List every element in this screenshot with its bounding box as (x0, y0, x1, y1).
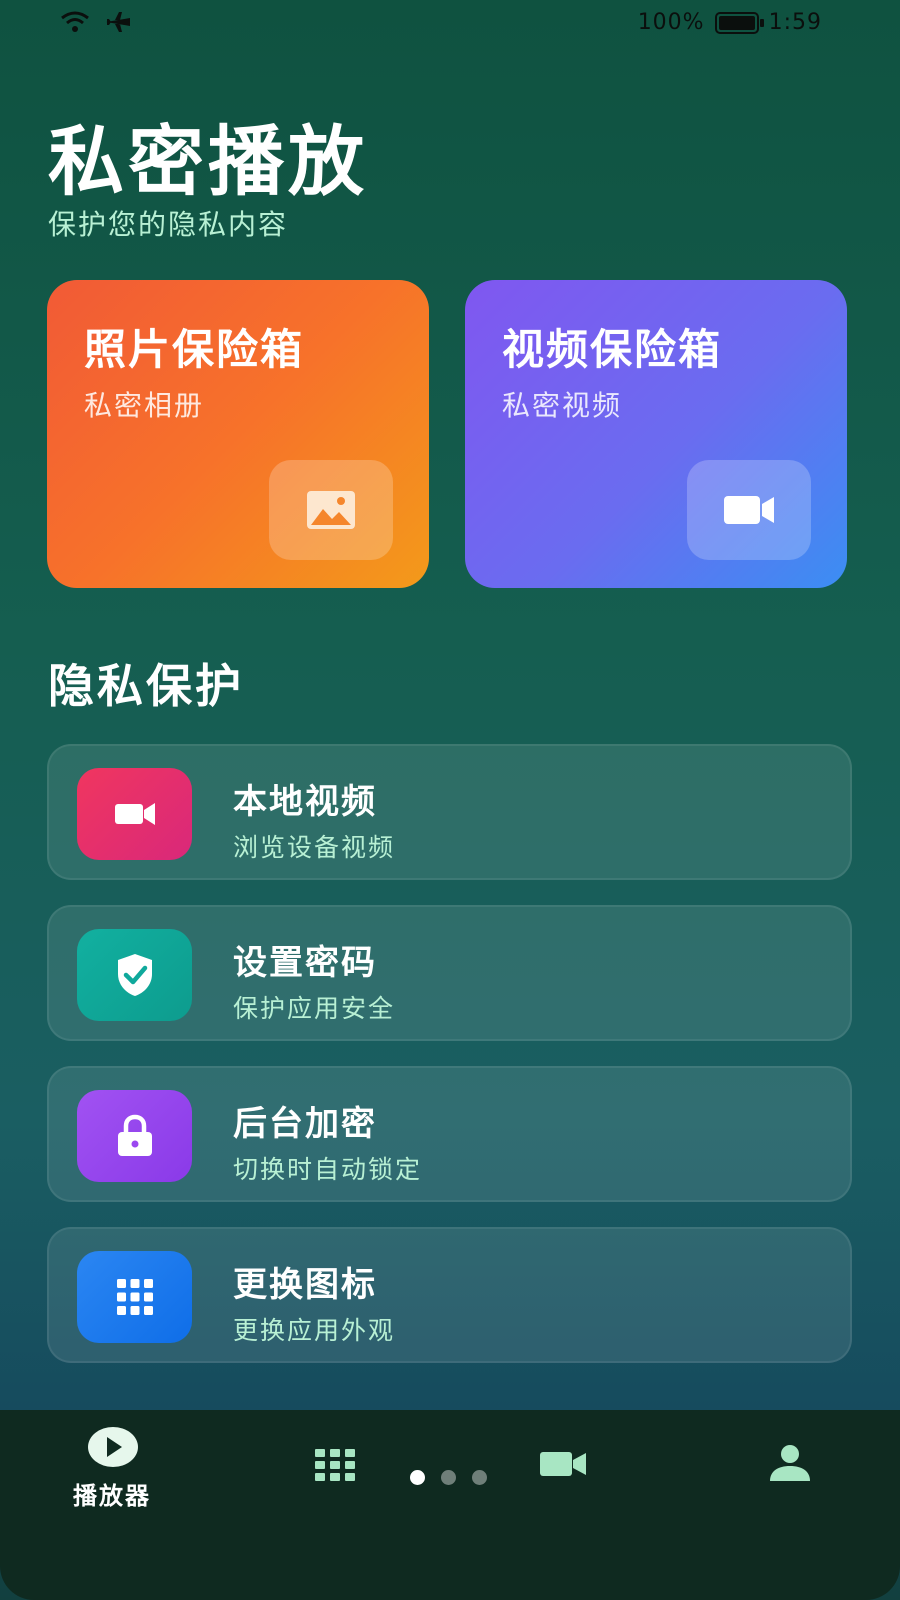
nav-tab-apps[interactable] (310, 1410, 360, 1560)
local-video-item[interactable]: 本地视频 浏览设备视频 (47, 744, 852, 880)
item-title: 设置密码 (233, 943, 377, 983)
battery-percent: 100% (637, 10, 705, 35)
airplane-icon (106, 12, 130, 32)
item-icon-box (77, 768, 192, 860)
video-camera-icon (114, 803, 155, 825)
lock-icon (117, 1114, 152, 1156)
photo-vault-card[interactable]: 照片保险箱 私密相册 (47, 280, 429, 588)
video-camera-icon (540, 1452, 586, 1476)
grid-icon (116, 1279, 153, 1315)
wifi-icon (61, 11, 89, 32)
nav-tab-profile[interactable] (760, 1410, 820, 1560)
item-icon-box (77, 929, 192, 1021)
section-title: 隐私保护 (48, 659, 244, 713)
status-left (60, 10, 132, 34)
item-icon-box (77, 1090, 192, 1182)
nav-tab-video[interactable] (535, 1410, 595, 1560)
page-dot (472, 1470, 487, 1485)
image-icon (307, 491, 355, 529)
item-title: 更换图标 (233, 1265, 377, 1305)
page-indicator (410, 1470, 487, 1485)
clock: 1:59 (768, 10, 822, 35)
item-subtitle: 切换时自动锁定 (233, 1155, 423, 1184)
vault-icon-box (687, 460, 811, 560)
vault-icon-box (269, 460, 393, 560)
item-subtitle: 更换应用外观 (233, 1316, 396, 1345)
vault-title: 视频保险箱 (502, 325, 723, 374)
person-icon (770, 1445, 810, 1481)
vault-subtitle: 私密相册 (84, 389, 205, 422)
shield-check-icon (117, 954, 152, 996)
item-subtitle: 浏览设备视频 (233, 833, 396, 862)
status-bar: 100% 1:59 (0, 0, 900, 48)
battery-icon (714, 11, 764, 34)
page-dot (441, 1470, 456, 1485)
vault-subtitle: 私密视频 (502, 389, 623, 422)
nav-tab-player[interactable]: 播放器 (52, 1410, 172, 1560)
nav-label: 播放器 (73, 1482, 151, 1510)
background-encrypt-item[interactable]: 后台加密 切换时自动锁定 (47, 1066, 852, 1202)
video-vault-card[interactable]: 视频保险箱 私密视频 (465, 280, 847, 588)
bottom-nav: 播放器 (0, 1410, 900, 1600)
item-subtitle: 保护应用安全 (233, 994, 396, 1023)
play-circle-icon (88, 1427, 138, 1467)
item-title: 本地视频 (233, 782, 377, 822)
change-icon-item[interactable]: 更换图标 更换应用外观 (47, 1227, 852, 1363)
page-title: 私密播放 (48, 117, 368, 206)
item-title: 后台加密 (233, 1104, 377, 1144)
status-right: 100% 1:59 (638, 10, 822, 35)
page-dot-active (410, 1470, 425, 1485)
page-subtitle: 保护您的隐私内容 (48, 208, 289, 241)
grid-icon (315, 1449, 355, 1481)
vault-title: 照片保险箱 (84, 325, 305, 374)
set-password-item[interactable]: 设置密码 保护应用安全 (47, 905, 852, 1041)
video-camera-icon (724, 496, 774, 524)
item-icon-box (77, 1251, 192, 1343)
app-screen: 100% 1:59 私密播放 保护您的隐私内容 照片保险箱 私密相册 视频保险箱… (0, 0, 900, 1600)
